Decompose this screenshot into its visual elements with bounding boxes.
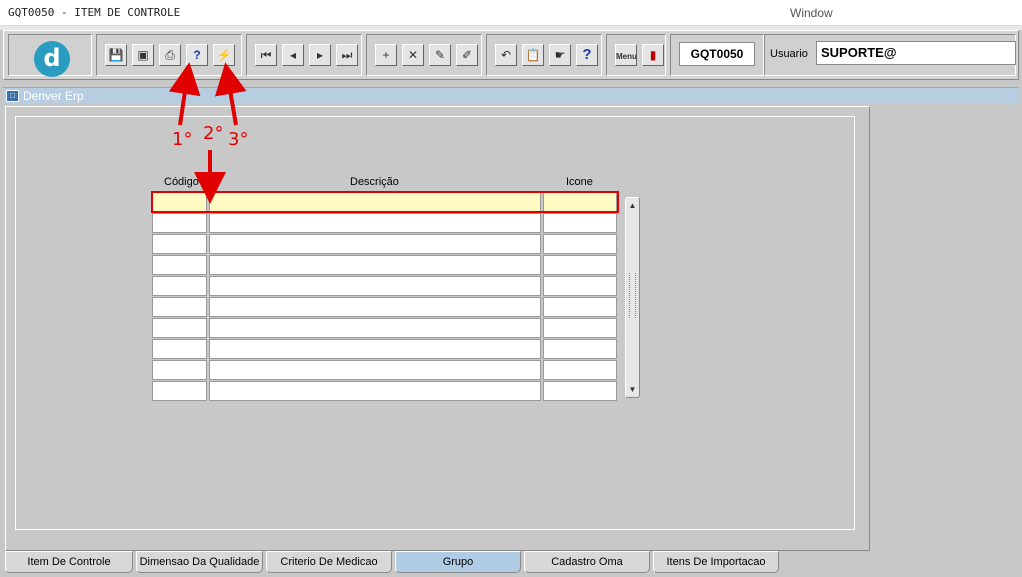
tab-itens-de-importacao[interactable]: Itens De Importacao: [653, 551, 779, 573]
annotation-label-2: 2°: [203, 123, 224, 144]
tab-cadastro-oma[interactable]: Cadastro Oma: [524, 551, 650, 573]
tab-item-de-controle[interactable]: Item De Controle: [5, 551, 133, 573]
tab-criterio-de-medicao[interactable]: Criterio De Medicao: [266, 551, 392, 573]
tab-dimensao-da-qualidade[interactable]: Dimensao Da Qualidade: [136, 551, 263, 573]
app-window: GQT0050 - ITEM DE CONTROLE Window d 💾 ▣ ⎙?…: [0, 0, 1022, 577]
annotation-arrows: [168, 62, 247, 204]
annotation-label-1: 1°: [172, 129, 193, 150]
arrow-1: [168, 62, 201, 126]
arrow-3: [214, 62, 247, 126]
annotation-label-3: 3°: [228, 129, 249, 150]
tab-grupo[interactable]: Grupo: [395, 551, 521, 573]
